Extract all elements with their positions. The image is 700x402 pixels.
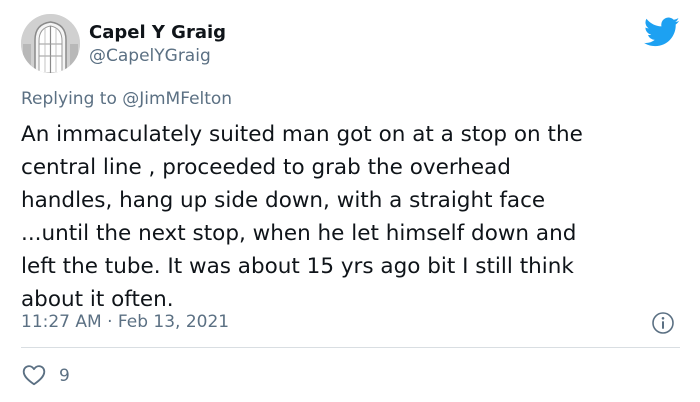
replying-to-prefix: Replying to <box>21 89 117 109</box>
tweet-text-line: left the tube. It was about 15 yrs ago b… <box>21 254 574 279</box>
tweet-text-line: handles, hang up side down, with a strai… <box>21 188 546 213</box>
tweet-time: 11:27 AM <box>21 312 102 332</box>
tweet-text-line: central line , proceeded to grab the ove… <box>21 155 511 180</box>
tweet-date: Feb 13, 2021 <box>117 312 230 332</box>
replying-to-line: Replying to @JimMFelton <box>21 89 232 109</box>
author-display-name[interactable]: Capel Y Graig <box>89 22 226 43</box>
tweet-card: Capel Y Graig @CapelYGraig Replying to @… <box>0 0 700 402</box>
tweet-text-line: ...until the next stop, when he let hims… <box>21 221 577 246</box>
twitter-bird-icon[interactable] <box>644 14 680 50</box>
tweet-timestamp[interactable]: 11:27 AM · Feb 13, 2021 <box>21 312 229 332</box>
avatar[interactable] <box>21 14 80 73</box>
like-count: 9 <box>59 366 70 386</box>
avatar-chapel-window-image <box>21 14 80 73</box>
tweet-text: An immaculately suited man got on at a s… <box>21 118 681 316</box>
divider <box>21 347 680 348</box>
tweet-text-line: An immaculately suited man got on at a s… <box>21 122 583 147</box>
author-handle[interactable]: @CapelYGraig <box>89 46 211 66</box>
reply-mention-link[interactable]: @JimMFelton <box>122 89 232 109</box>
meta-separator: · <box>107 312 113 332</box>
info-icon[interactable] <box>651 311 675 335</box>
heart-icon[interactable] <box>21 362 47 388</box>
